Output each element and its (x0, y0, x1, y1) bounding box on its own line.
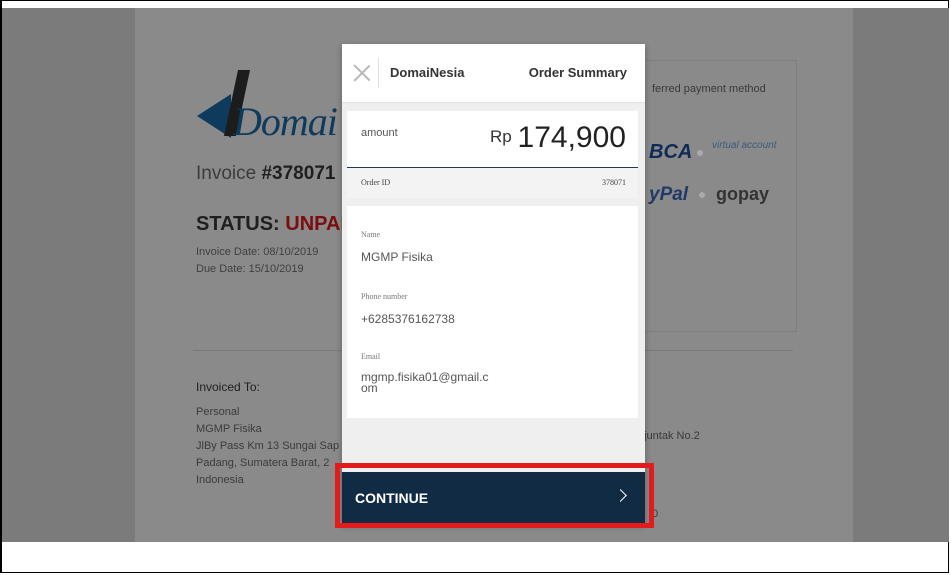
currency-label: Rp (490, 127, 512, 146)
bca-logo: BCA (649, 141, 693, 163)
email-label: Email (361, 352, 381, 361)
amount-panel: amount Rp 174,900 (347, 111, 638, 169)
order-summary-link[interactable]: Order Summary (529, 65, 627, 80)
header-separator (378, 58, 379, 88)
status-label: STATUS: (196, 213, 280, 235)
email-value: mgmp.fisika01@gmail.com (361, 370, 489, 395)
gopay-logo: gopay (716, 184, 770, 204)
payment-method-text: ferred payment method (652, 83, 766, 95)
invoice-dates: Invoice Date: 08/10/2019 Due Date: 15/10… (196, 244, 318, 278)
due-date: Due Date: 15/10/2019 (196, 263, 304, 275)
merchant-name: DomaiNesia (390, 65, 465, 80)
name-label: Name (361, 230, 381, 239)
close-icon[interactable] (352, 63, 372, 83)
address-fragment: njuntak No.2 (638, 430, 700, 442)
name-value: MGMP Fisika (361, 250, 433, 264)
address-line: Padang, Sumatera Barat, 2 (196, 457, 330, 469)
order-id-value: 378071 (602, 178, 626, 187)
customer-details: Name MGMP Fisika Phone number +628537616… (347, 206, 638, 418)
order-id-row: Order ID 378071 (347, 168, 638, 198)
address-line: JlBy Pass Km 13 Sungai Sap (196, 440, 340, 452)
invoice-label: Invoice (196, 163, 257, 184)
amount-label: amount (361, 127, 398, 139)
address-line: Personal (196, 406, 240, 418)
address-line: MGMP Fisika (196, 423, 262, 435)
domainesia-logo: Domai (193, 70, 353, 150)
invoice-date: Invoice Date: 08/10/2019 (196, 246, 319, 258)
invoiced-to-address: Personal MGMP Fisika JlBy Pass Km 13 Sun… (196, 404, 339, 489)
phone-label: Phone number (361, 292, 408, 301)
payment-modal: DomaiNesia Order Summary amount Rp 174,9… (342, 44, 645, 524)
radio-dot-icon (697, 150, 703, 156)
invoice-id: #378071 (261, 163, 336, 184)
phone-value: +6285376162738 (361, 312, 455, 326)
paypal-logo: yPal (649, 184, 689, 205)
address-line: Indonesia (196, 474, 244, 486)
status-value: UNPAI (285, 213, 347, 235)
virtual-account-logo: virtual account (712, 140, 777, 151)
highlight-box (335, 463, 654, 528)
invoice-status: STATUS: UNPAI (196, 213, 346, 236)
logo-text: Domai (233, 99, 338, 144)
invoiced-to-heading: Invoiced To: (196, 380, 260, 394)
amount-value: 174,900 (517, 121, 626, 154)
invoice-number: Invoice #378071 (196, 163, 335, 185)
order-id-label: Order ID (361, 178, 391, 187)
modal-header: DomaiNesia Order Summary (342, 44, 645, 103)
radio-dot-icon (699, 192, 705, 198)
